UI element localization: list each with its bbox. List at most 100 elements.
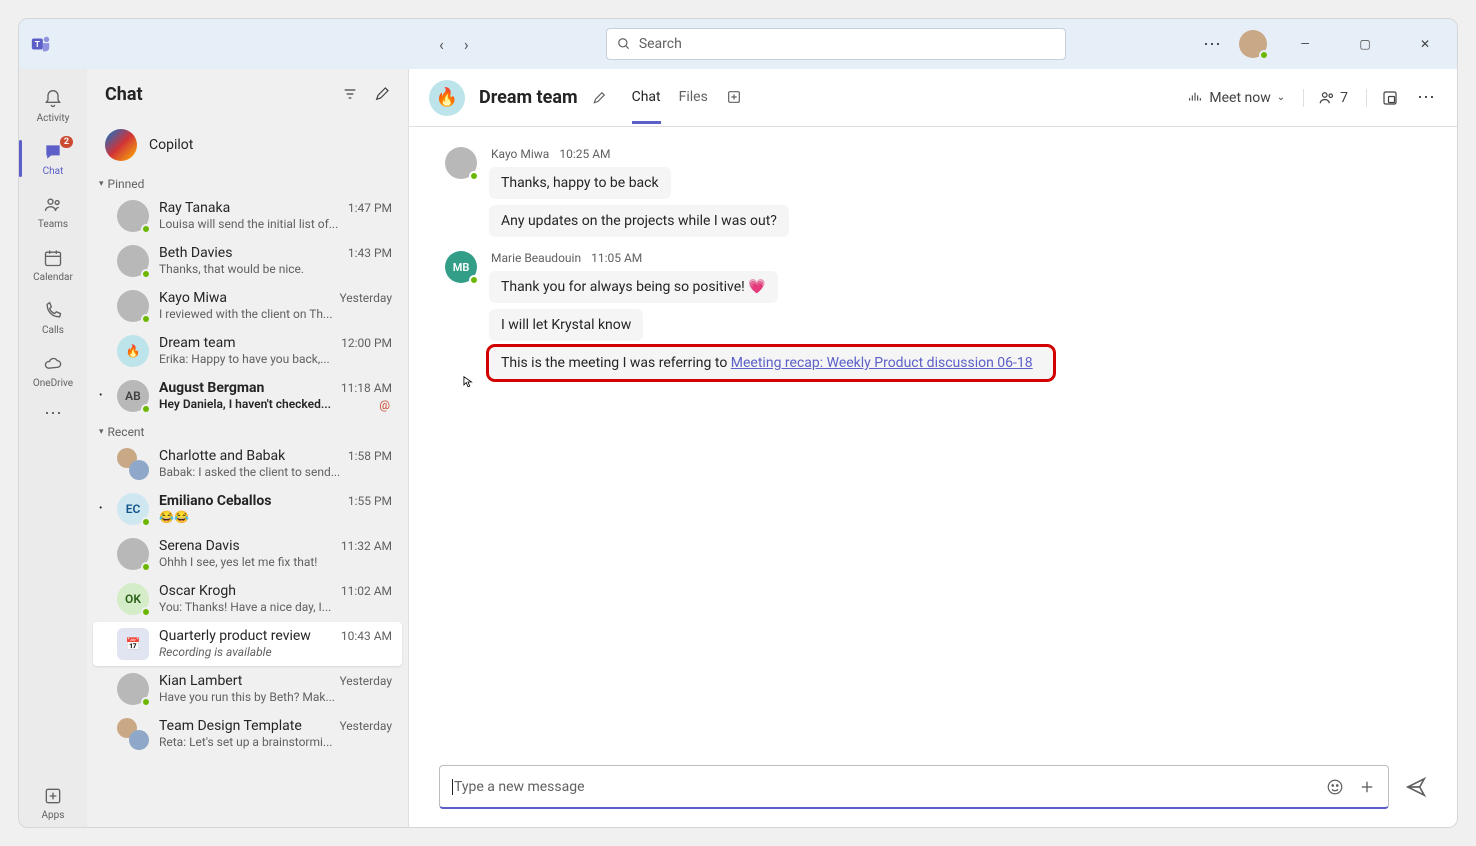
copilot-icon xyxy=(105,129,137,161)
chat-list-title: Chat xyxy=(105,84,143,105)
search-input[interactable]: Search xyxy=(606,28,1066,60)
rail-more-icon[interactable]: ⋯ xyxy=(44,403,62,424)
message-bubble[interactable]: Thanks, happy to be back xyxy=(489,167,671,199)
chat-list-item[interactable]: Serena Davis11:32 AMOhhh I see, yes let … xyxy=(93,532,402,576)
chat-item-time: Yesterday xyxy=(339,674,392,688)
chat-list-item[interactable]: Charlotte and Babak 1:58 PM Babak: I asked… xyxy=(93,442,402,486)
chat-list: Chat Copilot Pinned Ray Tanaka1:47 PMLou… xyxy=(87,69,409,827)
open-external-button[interactable] xyxy=(1366,89,1399,107)
rail-onedrive[interactable]: OneDrive xyxy=(19,346,87,395)
rail-calls[interactable]: Calls xyxy=(19,293,87,342)
app-window: T ‹ › Search ⋯ — ▢ ✕ Activity xyxy=(18,18,1458,828)
chat-item-preview: Ohhh I see, yes let me fix that! xyxy=(159,555,392,569)
meeting-recap-link[interactable]: Meeting recap: Weekly Product discussion… xyxy=(731,355,1033,371)
rail-apps[interactable]: Apps xyxy=(19,778,87,827)
chat-item-time: 1:58 PM xyxy=(348,449,392,463)
chat-item-time: 12:00 PM xyxy=(341,336,392,350)
chat-list-item[interactable]: Beth Davies1:43 PMThanks, that would be … xyxy=(93,239,402,283)
chat-item-preview: Erika: Happy to have you back,... xyxy=(159,352,392,366)
rail-calendar[interactable]: Calendar xyxy=(19,240,87,289)
chat-item-preview: Thanks, that would be nice. xyxy=(159,262,392,276)
tab-chat[interactable]: Chat xyxy=(632,71,661,124)
chat-item-name: August Bergman xyxy=(159,380,264,396)
message-bubble[interactable]: I will let Krystal know xyxy=(489,309,643,341)
cloud-icon xyxy=(43,354,63,374)
chat-list-item[interactable]: 📅Quarterly product review10:43 AMRecordi… xyxy=(93,622,402,666)
avatar xyxy=(117,200,149,232)
send-button[interactable] xyxy=(1405,776,1427,798)
avatar: AB xyxy=(117,380,149,412)
more-options-icon[interactable]: ⋯ xyxy=(1203,34,1223,55)
avatar xyxy=(117,245,149,277)
chat-list-item[interactable]: Team Design TemplateYesterdayReta: Let's… xyxy=(93,712,402,756)
chat-item-time: 11:02 AM xyxy=(341,584,392,598)
chat-item-preview: 😂😂 xyxy=(159,510,392,524)
chat-item-name: Charlotte and Babak xyxy=(159,448,285,464)
section-pinned[interactable]: Pinned xyxy=(87,171,408,193)
chat-list-item[interactable]: Kian LambertYesterdayHave you run this b… xyxy=(93,667,402,711)
copilot-label: Copilot xyxy=(149,137,193,153)
chat-item-name: Dream team xyxy=(159,335,236,351)
message-time: 11:05 AM xyxy=(591,251,642,265)
window-close-button[interactable]: ✕ xyxy=(1403,29,1447,59)
chat-item-name: Beth Davies xyxy=(159,245,232,261)
chat-header: 🔥 Dream team Chat Files Meet now ⌄ xyxy=(409,69,1457,127)
message-time: 10:25 AM xyxy=(559,147,610,161)
new-chat-icon[interactable] xyxy=(374,86,390,102)
window-maximize-button[interactable]: ▢ xyxy=(1343,29,1387,59)
chat-item-name: Oscar Krogh xyxy=(159,583,236,599)
section-recent[interactable]: Recent xyxy=(87,419,408,441)
message-group: Kayo Miwa10:25 AMThanks, happy to be bac… xyxy=(445,147,1421,237)
chat-pane: 🔥 Dream team Chat Files Meet now ⌄ xyxy=(409,69,1457,827)
chat-item-preview: You: Thanks! Have a nice day, I... xyxy=(159,600,392,614)
add-tab-button[interactable] xyxy=(726,71,742,124)
edit-name-icon[interactable] xyxy=(592,91,606,105)
bell-icon xyxy=(43,89,63,109)
filter-icon[interactable] xyxy=(342,86,358,102)
message-bubble[interactable]: This is the meeting I was referring to M… xyxy=(489,347,1053,379)
avatar xyxy=(117,538,149,570)
rail-chat-label: Chat xyxy=(43,166,64,177)
chat-item-name: Serena Davis xyxy=(159,538,240,554)
chat-list-item[interactable]: •ABAugust Bergman11:18 AMHey Daniela, I … xyxy=(93,374,402,418)
rail-teams[interactable]: Teams xyxy=(19,187,87,236)
rail-activity[interactable]: Activity xyxy=(19,81,87,130)
chat-list-item[interactable]: Kayo MiwaYesterdayI reviewed with the cl… xyxy=(93,284,402,328)
chat-item-time: 1:47 PM xyxy=(348,201,392,215)
chat-list-item[interactable]: •ECEmiliano Ceballos1:55 PM😂😂 xyxy=(93,487,402,531)
chat-item-name: Kayo Miwa xyxy=(159,290,227,306)
message-group: MBMarie Beaudouin11:05 AMThank you for a… xyxy=(445,251,1421,379)
emoji-icon[interactable] xyxy=(1326,778,1344,796)
rail-calls-label: Calls xyxy=(42,325,64,336)
window-minimize-button[interactable]: — xyxy=(1283,29,1327,59)
add-attachment-icon[interactable] xyxy=(1358,778,1376,796)
rail-teams-label: Teams xyxy=(38,219,68,230)
chevron-down-icon: ⌄ xyxy=(1277,92,1285,103)
rail-chat[interactable]: 2 Chat xyxy=(19,134,87,183)
chat-item-preview: Babak: I asked the client to send... xyxy=(159,465,392,479)
compose-placeholder: Type a new message xyxy=(452,779,585,795)
current-user-avatar[interactable] xyxy=(1239,30,1267,58)
teams-app-icon: T xyxy=(29,32,53,56)
message-bubble[interactable]: Any updates on the projects while I was … xyxy=(489,205,789,237)
avatar: 📅 xyxy=(117,628,149,660)
copilot-item[interactable]: Copilot xyxy=(87,119,408,171)
chat-item-name: Quarterly product review xyxy=(159,628,311,644)
chat-item-time: 11:18 AM xyxy=(341,381,392,395)
rail-activity-label: Activity xyxy=(37,113,70,124)
meet-now-button[interactable]: Meet now ⌄ xyxy=(1187,90,1285,106)
more-icon[interactable]: ⋯ xyxy=(1417,87,1437,108)
chat-list-item[interactable]: OKOscar Krogh11:02 AMYou: Thanks! Have a… xyxy=(93,577,402,621)
tab-files[interactable]: Files xyxy=(679,71,708,124)
message-bubble[interactable]: Thank you for always being so positive! … xyxy=(489,271,778,303)
participants-button[interactable]: 7 xyxy=(1303,89,1348,107)
chat-item-name: Kian Lambert xyxy=(159,673,242,689)
send-icon xyxy=(1405,776,1427,798)
nav-rail: Activity 2 Chat Teams Calendar Calls xyxy=(19,69,87,827)
chat-list-item[interactable]: Ray Tanaka1:47 PMLouisa will send the in… xyxy=(93,194,402,238)
compose-input[interactable]: Type a new message xyxy=(439,765,1389,809)
chat-item-preview: Recording is available xyxy=(159,645,392,659)
chat-list-item[interactable]: 🔥Dream team12:00 PMErika: Happy to have … xyxy=(93,329,402,373)
chat-badge: 2 xyxy=(60,136,73,148)
nav-back-icon[interactable]: ‹ xyxy=(439,35,444,54)
